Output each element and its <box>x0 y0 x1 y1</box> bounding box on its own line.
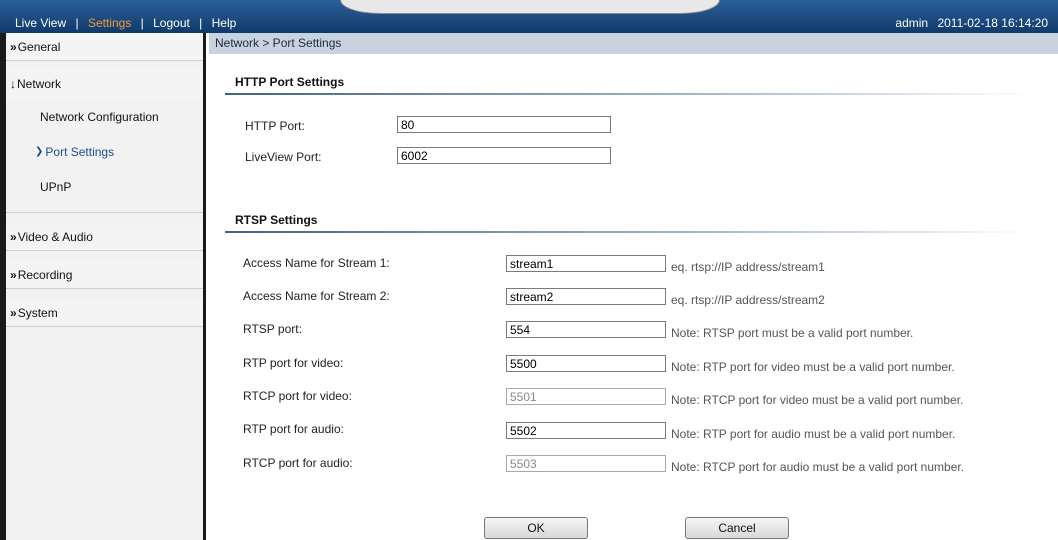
top-nav-links: Live View | Settings | Logout | Help <box>12 16 239 30</box>
stream2-input[interactable] <box>506 288 666 305</box>
stream1-hint: eq. rtsp://IP address/stream1 <box>671 260 825 274</box>
sidebar-item-recording[interactable]: » Recording <box>6 261 203 289</box>
sidebar-subitem-label: Network Configuration <box>40 109 159 124</box>
chevron-right-icon: ❯ <box>35 146 44 157</box>
sidebar-item-upnp[interactable]: UPnP <box>6 169 203 204</box>
username: admin <box>895 16 929 30</box>
sidebar-item-network[interactable]: ↓ Network <box>6 69 203 99</box>
double-chevron-icon: » <box>10 305 17 320</box>
sidebar-item-label: Recording <box>17 267 73 282</box>
stream1-label: Access Name for Stream 1: <box>243 256 390 270</box>
sidebar-item-video-audio[interactable]: » Video & Audio <box>6 223 203 251</box>
user-info: admin 2011-02-18 16:14:20 <box>889 16 1048 30</box>
stream2-hint: eq. rtsp://IP address/stream2 <box>671 293 825 307</box>
double-chevron-icon: » <box>10 267 17 282</box>
sidebar-subitem-label: Port Settings <box>45 144 115 159</box>
datetime: 2011-02-18 16:14:20 <box>937 16 1048 30</box>
liveview-port-label: LiveView Port: <box>245 150 322 164</box>
rtcp-video-label: RTCP port for video: <box>243 389 352 403</box>
top-tab-decoration <box>340 0 720 14</box>
rtsp-port-label: RTSP port: <box>243 322 302 336</box>
rtcp-video-input <box>506 388 666 405</box>
nav-separator: | <box>199 16 203 30</box>
rtcp-video-hint: Note: RTCP port for video must be a vali… <box>671 393 964 407</box>
double-chevron-icon: » <box>10 39 17 54</box>
sidebar: » General ↓ Network Network Configuratio… <box>6 33 206 540</box>
nav-live-view[interactable]: Live View <box>15 16 66 30</box>
nav-separator: | <box>75 16 79 30</box>
rtp-video-input[interactable] <box>506 355 666 372</box>
http-port-label: HTTP Port: <box>245 119 305 133</box>
rtp-audio-input[interactable] <box>506 422 666 439</box>
sidebar-item-general[interactable]: » General <box>6 33 203 61</box>
nav-separator: | <box>140 16 144 30</box>
sidebar-item-port-settings[interactable]: ❯ Port Settings <box>6 134 203 169</box>
sidebar-item-network-configuration[interactable]: Network Configuration <box>6 99 203 134</box>
sidebar-subitem-label: UPnP <box>40 179 72 194</box>
rtsp-port-input[interactable] <box>506 321 666 338</box>
http-section-title: HTTP Port Settings <box>235 75 345 89</box>
rtp-audio-label: RTP port for audio: <box>243 422 344 436</box>
breadcrumb: Network > Port Settings <box>209 33 1058 54</box>
nav-settings[interactable]: Settings <box>88 16 131 30</box>
http-section-divider <box>225 93 1035 95</box>
rtp-video-label: RTP port for video: <box>243 356 344 370</box>
sidebar-item-label: Video & Audio <box>17 229 93 244</box>
sidebar-network-group: ↓ Network Network Configuration ❯ Port S… <box>6 69 203 213</box>
rtp-video-hint: Note: RTP port for video must be a valid… <box>671 360 955 374</box>
ok-button[interactable]: OK <box>484 517 588 539</box>
rtcp-audio-hint: Note: RTCP port for audio must be a vali… <box>671 460 965 474</box>
rtsp-port-hint: Note: RTSP port must be a valid port num… <box>671 326 914 340</box>
sidebar-item-label: General <box>17 39 61 54</box>
sidebar-item-label: Network <box>17 77 62 91</box>
nav-logout[interactable]: Logout <box>153 16 190 30</box>
rtsp-section-divider <box>225 231 1035 233</box>
cancel-button[interactable]: Cancel <box>685 517 789 539</box>
rtsp-section-title: RTSP Settings <box>235 213 318 227</box>
rtcp-audio-input <box>506 455 666 472</box>
stream1-input[interactable] <box>506 255 666 272</box>
sidebar-item-label: System <box>17 305 58 320</box>
liveview-port-input[interactable] <box>397 147 611 164</box>
double-chevron-down-icon: ↓ <box>10 77 16 91</box>
nav-help[interactable]: Help <box>212 16 237 30</box>
rtp-audio-hint: Note: RTP port for audio must be a valid… <box>671 427 956 441</box>
main-content: Network > Port Settings HTTP Port Settin… <box>209 33 1058 540</box>
double-chevron-icon: » <box>10 229 17 244</box>
http-port-input[interactable] <box>397 116 611 133</box>
stream2-label: Access Name for Stream 2: <box>243 289 390 303</box>
sidebar-item-system[interactable]: » System <box>6 299 203 327</box>
top-navigation-bar: Live View | Settings | Logout | Help adm… <box>0 0 1058 33</box>
rtcp-audio-label: RTCP port for audio: <box>243 456 353 470</box>
